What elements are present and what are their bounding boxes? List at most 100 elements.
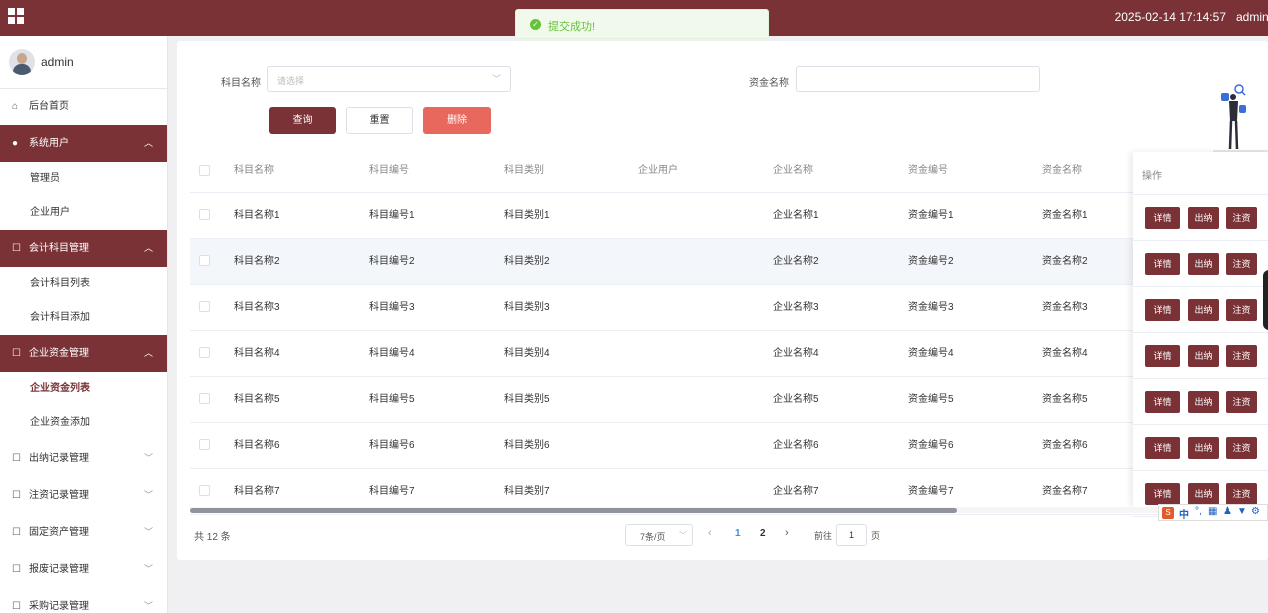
detail-button[interactable]: 详情 xyxy=(1145,391,1180,413)
table-row: 科目名称1 科目编号1 科目类别1 企业名称1 资金编号1 资金名称1 xyxy=(190,193,1268,239)
cashier-button[interactable]: 出纳 xyxy=(1188,207,1219,229)
detail-button[interactable]: 详情 xyxy=(1145,207,1180,229)
chevron-down-icon: ﹀ xyxy=(143,453,153,463)
column-header: 科目编号 xyxy=(369,165,409,176)
query-button[interactable]: 查询 xyxy=(269,107,336,134)
column-header: 资金名称 xyxy=(1042,165,1082,176)
sidebar-item-subject-list[interactable]: 会计科目列表 xyxy=(0,267,167,301)
menu-grid-icon[interactable] xyxy=(8,8,24,24)
cashier-button[interactable]: 出纳 xyxy=(1188,299,1219,321)
chevron-up-icon: ︿ xyxy=(143,348,153,358)
sidebar-item-fund-add[interactable]: 企业资金添加 xyxy=(0,406,167,440)
row-checkbox[interactable] xyxy=(199,347,210,358)
detail-button[interactable]: 详情 xyxy=(1145,437,1180,459)
header-user[interactable]: admin xyxy=(1236,10,1268,24)
sidebar-item-enterprise-users[interactable]: 企业用户 xyxy=(0,196,167,230)
table-cell: 企业名称1 xyxy=(773,210,819,221)
select-all-checkbox[interactable] xyxy=(199,165,210,176)
inject-button[interactable]: 注资 xyxy=(1226,345,1257,367)
table-cell: 科目名称5 xyxy=(234,394,280,405)
fund-name-input[interactable] xyxy=(796,66,1040,92)
row-checkbox[interactable] xyxy=(199,255,210,266)
prev-page-button[interactable]: ‹ xyxy=(708,527,712,539)
delete-button[interactable]: 删除 xyxy=(423,107,491,134)
row-checkbox[interactable] xyxy=(199,301,210,312)
goto-page-input[interactable]: 1 xyxy=(836,524,867,546)
sidebar-item-label: 系统用户 xyxy=(29,138,69,149)
row-checkbox[interactable] xyxy=(199,439,210,450)
skin-icon[interactable]: ▼ xyxy=(1237,506,1247,517)
table-row: 科目名称5 科目编号5 科目类别5 企业名称5 资金编号5 资金名称5 xyxy=(190,377,1268,423)
sidebar-group-capital-injection[interactable]: ☐ 注资记录管理 ﹀ xyxy=(0,477,167,514)
user-icon[interactable]: ♟ xyxy=(1223,506,1232,517)
success-toast: ✓ 提交成功! xyxy=(515,9,769,39)
sidebar-item-label: 会计科目管理 xyxy=(29,243,89,254)
inject-button[interactable]: 注资 xyxy=(1226,437,1257,459)
row-checkbox[interactable] xyxy=(199,209,210,220)
ime-language-toggle[interactable]: 中 xyxy=(1179,506,1189,521)
detail-button[interactable]: 详情 xyxy=(1145,253,1180,275)
gear-icon[interactable]: ⚙ xyxy=(1251,506,1260,517)
sidebar-group-scrap-records[interactable]: ☐ 报废记录管理 ﹀ xyxy=(0,551,167,588)
ime-toolbar: S 中 °, ▦ ♟ ▼ ⚙ xyxy=(1158,504,1268,521)
main-content: 科目名称 请选择 ﹀ 资金名称 查询 重置 删除 科目名称 科目编号 科目类别 … xyxy=(177,41,1268,560)
page-1-button[interactable]: 1 xyxy=(735,528,741,539)
toast-message: 提交成功! xyxy=(548,21,596,33)
operations-row: 详情 出纳 注资 xyxy=(1133,195,1268,241)
sidebar-item-label: 后台首页 xyxy=(29,101,69,112)
table-cell: 资金编号2 xyxy=(908,256,954,267)
chevron-down-icon: ﹀ xyxy=(491,74,501,84)
operations-row: 详情 出纳 注资 xyxy=(1133,379,1268,425)
table-cell: 科目编号4 xyxy=(369,348,415,359)
page-2-button[interactable]: 2 xyxy=(760,528,766,539)
table-cell: 科目类别1 xyxy=(504,210,550,221)
inject-button[interactable]: 注资 xyxy=(1226,483,1257,505)
cashier-button[interactable]: 出纳 xyxy=(1188,345,1219,367)
sidebar-group-purchase-records[interactable]: ☐ 采购记录管理 ﹀ xyxy=(0,588,167,613)
cashier-button[interactable]: 出纳 xyxy=(1188,391,1219,413)
sidebar-group-accounting-subjects[interactable]: ☐ 会计科目管理 ︿ xyxy=(0,230,167,267)
cashier-button[interactable]: 出纳 xyxy=(1188,437,1219,459)
sidebar-group-fixed-assets[interactable]: ☐ 固定资产管理 ﹀ xyxy=(0,514,167,551)
sidebar-item-home[interactable]: ⌂ 后台首页 xyxy=(0,89,167,125)
keyboard-icon[interactable]: ▦ xyxy=(1208,506,1217,517)
row-checkbox[interactable] xyxy=(199,485,210,496)
horizontal-scrollbar-thumb[interactable] xyxy=(190,508,957,513)
next-page-button[interactable]: › xyxy=(785,527,789,539)
detail-button[interactable]: 详情 xyxy=(1145,299,1180,321)
inject-button[interactable]: 注资 xyxy=(1226,299,1257,321)
table-cell: 科目名称3 xyxy=(234,302,280,313)
detail-button[interactable]: 详情 xyxy=(1145,345,1180,367)
sidebar-group-cashier[interactable]: ☐ 出纳记录管理 ﹀ xyxy=(0,440,167,477)
sidebar-group-enterprise-funds[interactable]: ☐ 企业资金管理 ︿ xyxy=(0,335,167,372)
sidebar-item-admins[interactable]: 管理员 xyxy=(0,162,167,196)
table-row: 科目名称4 科目编号4 科目类别4 企业名称4 资金编号4 资金名称4 xyxy=(190,331,1268,377)
sidebar-group-system-users[interactable]: ● 系统用户 ︿ xyxy=(0,125,167,162)
operations-row: 详情 出纳 注资 xyxy=(1133,333,1268,379)
sidebar-item-subject-add[interactable]: 会计科目添加 xyxy=(0,301,167,335)
select-placeholder: 请选择 xyxy=(277,76,305,86)
check-circle-icon: ✓ xyxy=(530,19,541,30)
page-size-select[interactable]: 7条/页 ﹀ xyxy=(625,524,693,546)
sidebar-user: admin xyxy=(0,36,167,89)
operations-column: 操作 详情 出纳 注资 详情 出纳 注资 详情 出纳 注资 详情 出纳 注资 详情 出纳 注资 详情 出纳 注资详… xyxy=(1133,152,1268,517)
subject-name-select[interactable]: 请选择 ﹀ xyxy=(267,66,511,92)
reset-button[interactable]: 重置 xyxy=(346,107,413,134)
table-cell: 企业名称6 xyxy=(773,440,819,451)
operations-row: 详情 出纳 注资 xyxy=(1133,287,1268,333)
punctuation-icon[interactable]: °, xyxy=(1195,506,1202,517)
cashier-button[interactable]: 出纳 xyxy=(1188,483,1219,505)
table-cell: 资金编号6 xyxy=(908,440,954,451)
table-cell: 科目名称1 xyxy=(234,210,280,221)
inject-button[interactable]: 注资 xyxy=(1226,391,1257,413)
floating-side-widget[interactable] xyxy=(1263,270,1268,330)
inject-button[interactable]: 注资 xyxy=(1226,207,1257,229)
cashier-button[interactable]: 出纳 xyxy=(1188,253,1219,275)
sogou-logo-icon[interactable]: S xyxy=(1162,507,1174,519)
chevron-down-icon: ﹀ xyxy=(143,490,153,500)
sidebar-item-fund-list[interactable]: 企业资金列表 xyxy=(0,372,167,406)
detail-button[interactable]: 详情 xyxy=(1145,483,1180,505)
row-checkbox[interactable] xyxy=(199,393,210,404)
chevron-up-icon: ︿ xyxy=(143,243,153,253)
inject-button[interactable]: 注资 xyxy=(1226,253,1257,275)
